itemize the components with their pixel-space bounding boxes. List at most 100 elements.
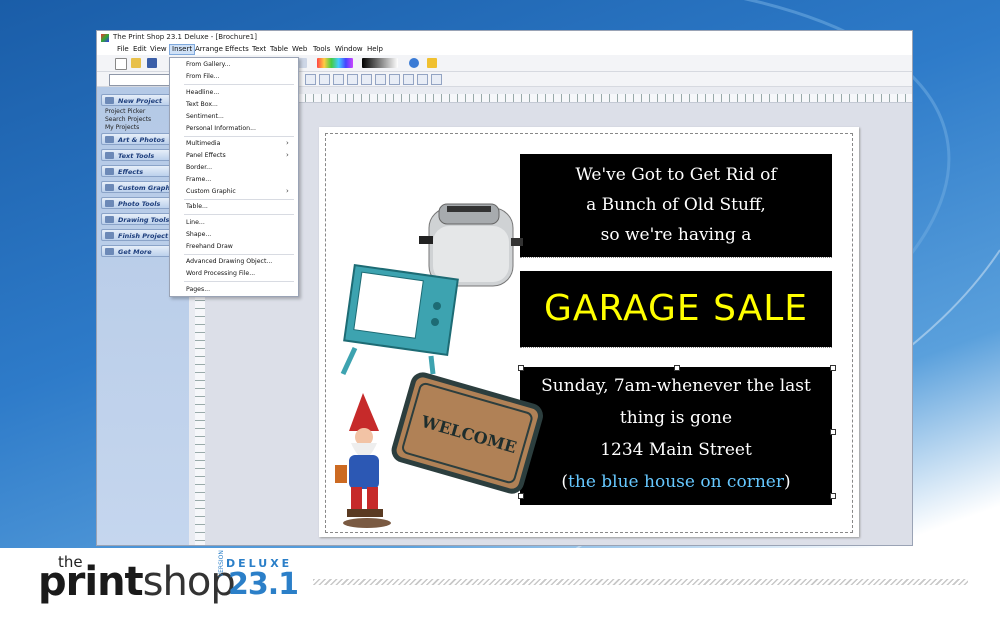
sidebar-photo-tools-label: Photo Tools bbox=[118, 200, 161, 208]
sidebar-finish-project-label: Finish Project bbox=[118, 232, 169, 240]
format-icon-10[interactable] bbox=[431, 74, 442, 85]
tip-icon[interactable] bbox=[427, 58, 437, 68]
menu-item-multimedia[interactable]: Multimedia bbox=[186, 140, 220, 148]
menu-file[interactable]: File bbox=[115, 44, 131, 55]
menu-edit[interactable]: Edit bbox=[131, 44, 149, 55]
paren-close: ) bbox=[783, 472, 791, 492]
selection-handle[interactable] bbox=[674, 365, 680, 371]
details-text-box[interactable]: Sunday, 7am-whenever the last thing is g… bbox=[520, 367, 832, 505]
menu-item-shape[interactable]: Shape... bbox=[186, 231, 211, 239]
sidebar-my-projects[interactable]: My Projects bbox=[105, 124, 139, 132]
headline-box[interactable]: GARAGE SALE bbox=[520, 271, 832, 347]
format-icon-5[interactable] bbox=[361, 74, 372, 85]
intro-line-1: We've Got to Get Rid of bbox=[575, 165, 777, 185]
menu-divider bbox=[184, 136, 294, 137]
submenu-arrow-icon: › bbox=[286, 139, 289, 147]
horizontal-ruler bbox=[297, 94, 912, 103]
menu-text[interactable]: Text bbox=[250, 44, 268, 55]
open-icon[interactable] bbox=[131, 58, 141, 68]
menu-item-line[interactable]: Line... bbox=[186, 219, 205, 227]
logo-print: print bbox=[38, 559, 144, 605]
drawing-tools-icon bbox=[105, 216, 114, 223]
details-line-2: thing is gone bbox=[619, 408, 733, 428]
help-icon[interactable] bbox=[409, 58, 419, 68]
menu-help[interactable]: Help bbox=[365, 44, 385, 55]
menu-effects[interactable]: Effects bbox=[223, 44, 251, 55]
menu-bar: File Edit View Insert Arrange Effects Te… bbox=[97, 44, 912, 55]
finish-project-icon bbox=[105, 232, 114, 239]
menu-item-freehand-draw[interactable]: Freehand Draw bbox=[186, 243, 233, 251]
menu-item-border[interactable]: Border... bbox=[186, 164, 212, 172]
menu-web[interactable]: Web bbox=[290, 44, 309, 55]
menu-item-panel-effects[interactable]: Panel Effects bbox=[186, 152, 226, 160]
guide-line-2 bbox=[520, 347, 832, 349]
format-icon-7[interactable] bbox=[389, 74, 400, 85]
menu-divider bbox=[184, 84, 294, 85]
menu-item-table[interactable]: Table... bbox=[186, 203, 208, 211]
new-project-icon bbox=[105, 97, 114, 104]
sidebar-get-more-label: Get More bbox=[118, 248, 152, 256]
menu-item-advanced-drawing-object[interactable]: Advanced Drawing Object... bbox=[186, 258, 272, 266]
text-tools-icon bbox=[105, 152, 114, 159]
new-icon[interactable] bbox=[115, 58, 127, 70]
get-more-icon bbox=[105, 248, 114, 255]
menu-item-from-file[interactable]: From File... bbox=[186, 73, 220, 81]
gradient-palette-icon[interactable] bbox=[362, 58, 398, 68]
menu-item-text-box[interactable]: Text Box... bbox=[186, 101, 218, 109]
menu-table[interactable]: Table bbox=[268, 44, 290, 55]
menu-item-custom-graphic[interactable]: Custom Graphic bbox=[186, 188, 236, 196]
photo-tools-icon bbox=[105, 200, 114, 207]
title-bar: The Print Shop 23.1 Deluxe - [Brochure1] bbox=[97, 31, 912, 44]
menu-item-word-processing-file[interactable]: Word Processing File... bbox=[186, 270, 255, 278]
selection-handle[interactable] bbox=[830, 493, 836, 499]
format-icon-6[interactable] bbox=[375, 74, 386, 85]
logo-printshop: printshop bbox=[38, 559, 236, 605]
menu-divider bbox=[184, 199, 294, 200]
sidebar-search-projects[interactable]: Search Projects bbox=[105, 116, 151, 124]
intro-line-2: a Bunch of Old Stuff, bbox=[586, 195, 766, 215]
sidebar-effects-label: Effects bbox=[118, 168, 144, 176]
guide-line-1 bbox=[520, 257, 832, 259]
format-icon-2[interactable] bbox=[319, 74, 330, 85]
menu-arrange[interactable]: Arrange bbox=[193, 44, 225, 55]
intro-text-box[interactable]: We've Got to Get Rid of a Bunch of Old S… bbox=[520, 154, 832, 257]
font-combo[interactable] bbox=[109, 74, 171, 86]
menu-item-pages[interactable]: Pages... bbox=[186, 286, 210, 294]
menu-item-frame[interactable]: Frame... bbox=[186, 176, 211, 184]
art-photos-icon bbox=[105, 136, 114, 143]
format-icon-1[interactable] bbox=[305, 74, 316, 85]
sidebar-text-tools-label: Text Tools bbox=[118, 152, 155, 160]
menu-tools[interactable]: Tools bbox=[311, 44, 332, 55]
menu-item-from-gallery[interactable]: From Gallery... bbox=[186, 61, 230, 69]
menu-divider bbox=[184, 281, 294, 282]
garage-sale-headline: GARAGE SALE bbox=[543, 288, 809, 329]
submenu-arrow-icon: › bbox=[286, 151, 289, 159]
details-line-4: (the blue house on corner) bbox=[520, 466, 832, 498]
menu-item-sentiment[interactable]: Sentiment... bbox=[186, 113, 224, 121]
menu-item-personal-information[interactable]: Personal Information... bbox=[186, 125, 256, 133]
format-icon-9[interactable] bbox=[417, 74, 428, 85]
print-shop-logo: the printshop DELUXE VERSION 23.1 bbox=[38, 550, 308, 613]
window-title: The Print Shop 23.1 Deluxe - [Brochure1] bbox=[113, 33, 257, 41]
format-icon-8[interactable] bbox=[403, 74, 414, 85]
color-palette-icon[interactable] bbox=[317, 58, 353, 68]
app-window: The Print Shop 23.1 Deluxe - [Brochure1]… bbox=[96, 30, 913, 546]
intro-line-3: so we're having a bbox=[600, 225, 752, 245]
selection-handle[interactable] bbox=[830, 429, 836, 435]
logo-version: VERSION bbox=[218, 550, 225, 577]
save-icon[interactable] bbox=[147, 58, 157, 68]
menu-item-headline[interactable]: Headline... bbox=[186, 89, 219, 97]
sidebar-project-picker[interactable]: Project Picker bbox=[105, 108, 145, 116]
decorative-hatch-line bbox=[313, 579, 968, 585]
selection-handle[interactable] bbox=[830, 365, 836, 371]
sidebar-art-photos-label: Art & Photos bbox=[118, 136, 165, 144]
format-icon-3[interactable] bbox=[333, 74, 344, 85]
details-line-3: 1234 Main Street bbox=[600, 440, 752, 460]
format-icon-4[interactable] bbox=[347, 74, 358, 85]
menu-window[interactable]: Window bbox=[333, 44, 365, 55]
garden-gnome-image[interactable] bbox=[333, 391, 403, 531]
menu-view[interactable]: View bbox=[148, 44, 169, 55]
blue-house-text: the blue house on corner bbox=[568, 472, 784, 492]
menu-insert[interactable]: Insert bbox=[169, 44, 196, 55]
retro-tv-image[interactable] bbox=[335, 256, 459, 376]
